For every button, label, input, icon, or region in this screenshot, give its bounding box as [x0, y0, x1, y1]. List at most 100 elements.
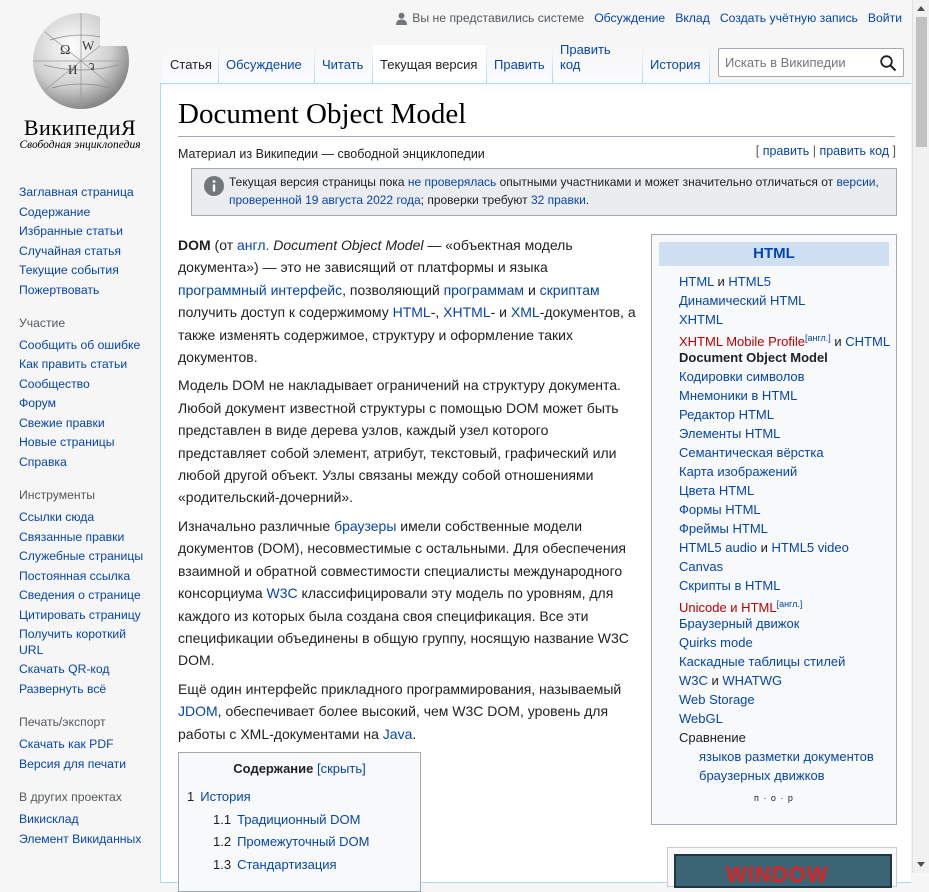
toc-item[interactable]: 1.2 Промежуточный DOM	[187, 831, 412, 854]
link-xhtml[interactable]: XHTML	[443, 304, 490, 320]
link-angl[interactable]: англ.	[237, 237, 269, 253]
navbox-link[interactable]: Кодировки символов	[679, 369, 805, 384]
navbox-link[interactable]: Canvas	[679, 559, 723, 574]
link-api[interactable]: программный интерфейс	[178, 282, 342, 298]
navbox-link[interactable]: Формы HTML	[679, 502, 761, 517]
sidebar-item-recent-changes[interactable]: Свежие правки	[19, 416, 105, 430]
tab-current-version[interactable]: Текущая версия	[372, 45, 486, 83]
sidebar-item-featured[interactable]: Избранные статьи	[19, 224, 123, 238]
sidebar-item-main-page[interactable]: Заглавная страница	[19, 185, 134, 199]
search-box[interactable]	[718, 48, 904, 77]
link-java[interactable]: Java	[383, 726, 413, 742]
navbox-link[interactable]: Редактор HTML	[679, 407, 774, 422]
scroll-down-arrow-icon[interactable]	[917, 862, 925, 867]
sidebar-item-what-links-here[interactable]: Ссылки сюда	[19, 510, 94, 524]
sidebar-item-expand-all[interactable]: Развернуть всё	[19, 682, 106, 696]
toc-link[interactable]: История	[200, 789, 250, 804]
navbox-link[interactable]: Карта изображений	[679, 464, 797, 479]
thumbnail-image[interactable]: WINDOW	[674, 854, 892, 888]
sidebar-item-wikidata[interactable]: Элемент Викиданных	[19, 832, 141, 846]
link-browsers[interactable]: браузеры	[334, 518, 396, 534]
page-scrollbar[interactable]	[912, 0, 929, 873]
link-jdom[interactable]: JDOM	[178, 703, 218, 719]
tab-edit-code[interactable]: Править код	[552, 42, 642, 83]
sidebar-item-random[interactable]: Случайная статья	[19, 244, 121, 258]
notice-pending-link[interactable]: 32 правки	[531, 193, 586, 207]
navbox-title[interactable]: HTML	[659, 242, 889, 266]
sidebar-item-download-pdf[interactable]: Скачать как PDF	[19, 737, 114, 751]
tab-edit[interactable]: Править	[486, 45, 552, 83]
navbox-link[interactable]: Web Storage	[679, 692, 755, 707]
navbox-link[interactable]: HTML5 audio	[679, 540, 757, 555]
sidebar-item-forum[interactable]: Форум	[19, 396, 56, 410]
tab-talk[interactable]: Обсуждение	[218, 45, 314, 83]
navbox-link[interactable]: языков разметки документов	[699, 749, 874, 764]
sidebar-item-short-url[interactable]: Получить короткий URL	[19, 627, 126, 656]
link-xml[interactable]: XML	[511, 304, 540, 320]
toc-toggle[interactable]: [скрыть]	[317, 761, 366, 776]
sidebar-item-community[interactable]: Сообщество	[19, 377, 90, 391]
navbox-link[interactable]: WHATWG	[722, 673, 782, 688]
sidebar-item-how-to-edit[interactable]: Как править статьи	[19, 357, 127, 371]
notice-unreviewed-link[interactable]: не проверялась	[408, 175, 496, 189]
navbox-redlink[interactable]: Unicode и HTML	[679, 600, 777, 615]
sidebar-item-report-error[interactable]: Сообщить об ошибке	[19, 338, 140, 352]
navbox-link[interactable]: HTML	[679, 274, 714, 289]
navbox-title-link[interactable]: HTML	[753, 245, 795, 262]
navbox-vte-links[interactable]: п · о · р	[652, 793, 896, 803]
link-scripts[interactable]: скриптам	[540, 282, 600, 298]
tab-history[interactable]: История	[642, 45, 710, 83]
edit-code-link[interactable]: править код	[819, 144, 889, 158]
navbox-redlink[interactable]: XHTML Mobile Profile	[679, 334, 805, 349]
sidebar-item-related-changes[interactable]: Связанные правки	[19, 530, 124, 544]
navbox-link[interactable]: WebGL	[679, 711, 723, 726]
sidebar-item-permalink[interactable]: Постоянная ссылка	[19, 569, 130, 583]
navbox-link[interactable]: Мнемоники в HTML	[679, 388, 797, 403]
navbox-interwiki-link[interactable]: [англ.]	[805, 333, 831, 343]
sidebar-item-help[interactable]: Справка	[19, 455, 67, 469]
scroll-up-arrow-icon[interactable]	[917, 6, 925, 11]
sidebar-item-new-pages[interactable]: Новые страницы	[19, 435, 115, 449]
sidebar-item-printable[interactable]: Версия для печати	[19, 757, 126, 771]
sidebar-item-current-events[interactable]: Текущие события	[19, 263, 119, 277]
navbox-link[interactable]: Динамический HTML	[679, 293, 805, 308]
navbox-link[interactable]: XHTML	[679, 312, 723, 327]
navbox-link[interactable]: браузерных движков	[699, 768, 825, 783]
navbox-link[interactable]: HTML5	[728, 274, 771, 289]
tab-article[interactable]: Статья	[162, 45, 218, 83]
tab-read[interactable]: Читать	[314, 45, 372, 83]
navbox-interwiki-link[interactable]: [англ.]	[777, 599, 803, 609]
navbox-link[interactable]: Quirks mode	[679, 635, 753, 650]
toc-link[interactable]: Традиционный DOM	[237, 812, 360, 827]
navbox-link[interactable]: Семантическая вёрстка	[679, 445, 824, 460]
screenshot-thumbnail[interactable]: WINDOW	[667, 847, 897, 888]
navbox-link[interactable]: Каскадные таблицы стилей	[679, 654, 845, 669]
link-programs[interactable]: программам	[444, 282, 525, 298]
ptools-login-link[interactable]: Войти	[868, 11, 902, 25]
navbox-link[interactable]: Браузерный движок	[679, 616, 799, 631]
scrollbar-thumb[interactable]	[916, 17, 927, 147]
sidebar-item-cite[interactable]: Цитировать страницу	[19, 608, 141, 622]
toc-link[interactable]: Стандартизация	[237, 857, 337, 872]
toc-item[interactable]: 1.1 Традиционный DOM	[187, 809, 412, 832]
ptools-talk-link[interactable]: Обсуждение	[594, 11, 665, 25]
sidebar-item-contents[interactable]: Содержание	[19, 205, 90, 219]
navbox-link[interactable]: Цвета HTML	[679, 483, 754, 498]
search-input[interactable]	[719, 49, 869, 76]
navbox-link[interactable]: HTML5 video	[772, 540, 849, 555]
ptools-create-account-link[interactable]: Создать учётную запись	[720, 11, 858, 25]
edit-link[interactable]: править	[763, 144, 810, 158]
toc-link[interactable]: Промежуточный DOM	[237, 834, 369, 849]
navbox-link[interactable]: CHTML	[845, 334, 890, 349]
navbox-link[interactable]: W3C	[679, 673, 708, 688]
search-icon[interactable]	[879, 54, 897, 72]
toc-item[interactable]: 1 История	[187, 786, 412, 809]
navbox-link[interactable]: Элементы HTML	[679, 426, 780, 441]
wikipedia-logo[interactable]: Ω W И ว ВикипедиЯ Свободная энциклопедия	[0, 0, 160, 160]
navbox-link[interactable]: Фреймы HTML	[679, 521, 768, 536]
link-w3c[interactable]: W3C	[267, 585, 298, 601]
sidebar-item-qr-code[interactable]: Скачать QR-код	[19, 662, 110, 676]
sidebar-item-donate[interactable]: Пожертвовать	[19, 283, 99, 297]
ptools-contrib-link[interactable]: Вклад	[675, 11, 710, 25]
sidebar-item-commons[interactable]: Викисклад	[19, 812, 79, 826]
